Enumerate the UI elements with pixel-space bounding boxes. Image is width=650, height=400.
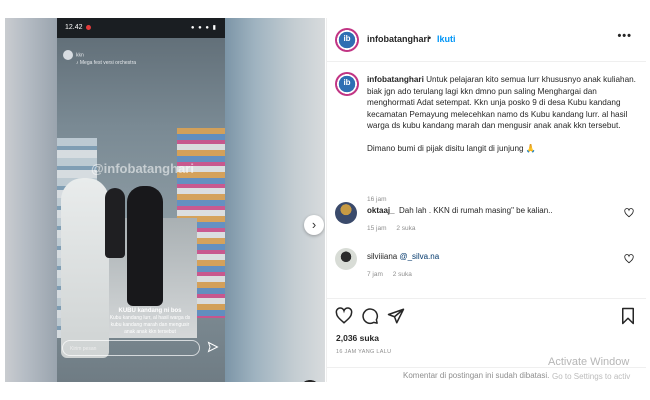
comment-meta: 7 jam 2 suka	[367, 271, 420, 278]
story-music: ♪ Mega fest versi orchestra	[76, 60, 137, 66]
comment-text-block: oktaaj_ Dah lah . KKN di rumah masing" b…	[367, 206, 553, 215]
phone-status-bar: 12.42 ● ● ● ▮	[57, 18, 225, 38]
comment-bubble-icon[interactable]	[361, 307, 379, 325]
comment-time: 7 jam	[367, 271, 383, 278]
share-send-icon[interactable]	[387, 307, 405, 325]
caption-time: 16 jam	[367, 196, 387, 203]
comment-username[interactable]: silviiiana	[367, 252, 397, 261]
follow-button[interactable]: Ikuti	[437, 34, 456, 44]
post-actions: 2,036 suka 16 JAM YANG LALU Komentar di …	[327, 298, 646, 382]
like-heart-icon[interactable]	[335, 307, 353, 325]
post-timestamp: 16 JAM YANG LALU	[336, 349, 392, 355]
record-icon	[85, 24, 91, 30]
media-blur-right	[225, 18, 325, 382]
comment-time: 15 jam	[367, 225, 387, 232]
comment-likes[interactable]: 2 suka	[396, 225, 415, 232]
activate-windows-subtitle: Go to Settings to activ	[552, 372, 631, 381]
comment-likes[interactable]: 2 suka	[393, 271, 412, 278]
comment-username[interactable]: oktaaj_	[367, 206, 395, 215]
save-bookmark-icon[interactable]	[619, 307, 637, 325]
story-send-icon	[207, 341, 219, 353]
header-separator: •	[428, 33, 432, 43]
author-avatar[interactable]	[335, 28, 359, 52]
media-blur-left	[5, 18, 57, 382]
next-media-button[interactable]: ›	[304, 215, 324, 235]
person-foreground	[61, 178, 109, 358]
story-caption-body: Kubu kandang lurr, al hasil warga ds kub…	[109, 315, 191, 335]
person-figure	[127, 186, 163, 306]
comment-meta: 15 jam 2 suka	[367, 225, 423, 232]
carousel-dots	[137, 374, 149, 378]
comment-mention[interactable]: @_silva.na	[399, 252, 439, 261]
like-count[interactable]: 2,036 suka	[336, 333, 379, 343]
instagram-post-modal: 12.42 ● ● ● ▮ kkn ♪ Mega fest versi orch…	[0, 0, 650, 400]
story-caption-title: KUBU kandang ni bos	[118, 308, 182, 314]
comment-avatar[interactable]	[335, 202, 357, 224]
comment-text: Dah lah . KKN di rumah masing" be kalian…	[399, 206, 553, 215]
story-header: kkn ♪ Mega fest versi orchestra	[63, 50, 136, 66]
comment-avatar[interactable]	[335, 248, 357, 270]
signal-icons: ● ● ● ▮	[190, 25, 217, 31]
caption-avatar[interactable]	[335, 72, 359, 96]
author-username[interactable]: infobatanghari	[367, 34, 430, 44]
person-figure	[105, 188, 125, 258]
caption-text-2: Dimano bumi di pijak disitu langit di ju…	[367, 143, 537, 153]
activate-windows-title: Activate Window	[548, 356, 630, 368]
comment-text-block: silviiiana @_silva.na	[367, 252, 439, 261]
caption-username[interactable]: infobatanghari	[367, 75, 424, 84]
comments-closed-text: Komentar di postingan ini sudah dibatasi…	[403, 371, 550, 380]
phone-time: 12.42	[65, 24, 83, 31]
post-media[interactable]: 12.42 ● ● ● ▮ kkn ♪ Mega fest versi orch…	[5, 18, 325, 382]
caption-text-block: infobatanghari Untuk pelajaran kito semu…	[367, 74, 639, 154]
post-side-panel: infobatanghari • Ikuti ••• infobatanghar…	[326, 18, 646, 382]
comment-heart-icon[interactable]	[624, 208, 634, 218]
story-user: kkn	[76, 52, 84, 59]
comment-heart-icon[interactable]	[624, 254, 634, 264]
video-watermark: @infobatanghari	[91, 161, 194, 176]
story-video[interactable]: 12.42 ● ● ● ▮ kkn ♪ Mega fest versi orch…	[57, 18, 225, 382]
post-header: infobatanghari • Ikuti •••	[327, 18, 646, 62]
more-options-icon[interactable]: •••	[617, 30, 632, 42]
story-avatar	[63, 50, 73, 60]
story-caption: KUBU kandang ni bos Kubu kandang lurr, a…	[105, 308, 195, 336]
story-reply-input: Kirim pesan	[62, 340, 200, 356]
